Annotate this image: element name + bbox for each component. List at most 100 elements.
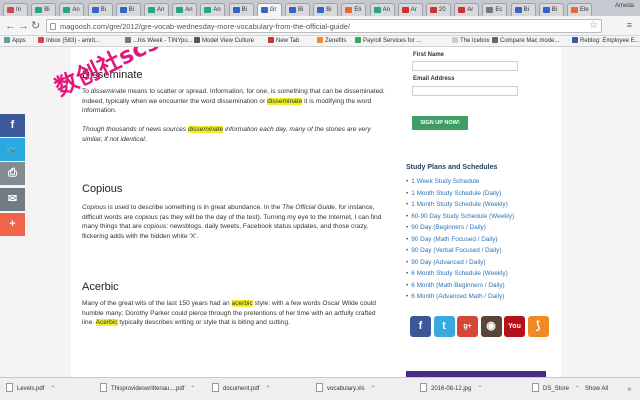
bookmark-item[interactable]: Inbox (583) - amrit... [38, 37, 100, 45]
browser-tab[interactable]: Ele [567, 3, 592, 16]
study-plan-link[interactable]: • 6 Month Study Schedule (Weekly) [406, 270, 508, 277]
tab-label: An [72, 7, 80, 13]
bookmark-label: Model View Culture [202, 38, 254, 44]
tab-favicon-icon [317, 7, 325, 13]
download-item[interactable]: Levels.pdf ⌃ [6, 383, 55, 396]
twitter-icon[interactable]: t [433, 316, 455, 337]
bookmark-item[interactable]: ...his Week - TINYpu... [125, 37, 193, 45]
bookmark-favicon-icon [317, 37, 323, 43]
chevron-up-icon[interactable]: ⌃ [50, 383, 55, 396]
browser-tab[interactable]: Bi [31, 3, 57, 16]
file-icon [6, 383, 13, 392]
study-plan-link[interactable]: • 1 Month Study Schedule (Daily) [406, 190, 501, 197]
bookmark-item[interactable]: Model View Culture [194, 37, 254, 45]
bullet-icon: • [406, 224, 409, 231]
browser-tab[interactable]: An [172, 3, 198, 16]
download-item[interactable]: vocabulary.xls ⌃ [316, 383, 376, 396]
tab-favicon-icon [401, 7, 409, 13]
study-plan-link[interactable]: • 90 Day (Advanced / Daily) [406, 259, 486, 266]
google-plus-icon[interactable]: g+ [457, 316, 478, 337]
back-button[interactable]: ← [5, 20, 16, 32]
signup-button[interactable]: SIGN UP NOW! [412, 116, 468, 130]
browser-tab[interactable]: Bi [228, 3, 254, 16]
downloads-bar: Show All × Levels.pdf ⌃ Thisprovideswritte… [0, 377, 640, 400]
study-plan-link[interactable]: • 1 Month Study Schedule (Weekly) [406, 201, 508, 208]
study-plan-link[interactable]: • 1 Week Study Schedule [406, 178, 479, 185]
tab-favicon-icon [63, 7, 71, 13]
bookmark-item[interactable]: Payroll Services for ... [355, 37, 421, 45]
bookmark-item[interactable]: Reblog: Employee E... [572, 37, 640, 45]
reload-button[interactable]: ↻ [31, 20, 40, 32]
first-name-field[interactable] [412, 61, 518, 71]
email-field[interactable] [412, 86, 518, 96]
print-icon[interactable]: ⎙ [0, 162, 25, 185]
youtube-icon[interactable]: You [504, 316, 525, 337]
browser-tab[interactable]: An [144, 3, 169, 16]
browser-tab[interactable]: Gr [256, 3, 282, 16]
download-item[interactable]: document.pdf ⌃ [212, 383, 270, 396]
close-downloads-icon[interactable]: × [627, 383, 632, 396]
address-bar[interactable]: magoosh.com/gre/2012/gre-vocab-wednesday… [46, 19, 602, 33]
chevron-up-icon[interactable]: ⌃ [477, 383, 482, 396]
tab-favicon-icon [542, 7, 550, 13]
bookmark-item[interactable]: The Icebox [452, 37, 490, 45]
study-plan-link[interactable]: • 90 Day (Verbal Focused / Daily) [406, 247, 501, 254]
browser-tab[interactable]: Ar [454, 3, 480, 16]
disseminate-paragraph-1: To disseminate means to scatter or sprea… [82, 88, 385, 115]
study-plan-label: 6 Month (Math Beginners / Daily) [411, 281, 505, 289]
copious-paragraph: Copious is used to describe something is… [82, 204, 382, 240]
browser-tab[interactable]: In [3, 3, 28, 16]
browser-tab[interactable]: Ar [397, 3, 423, 16]
study-plan-link[interactable]: • 90 Day (Math Focused / Daily) [406, 236, 498, 243]
browser-tab[interactable]: An [200, 3, 226, 16]
bullet-icon: • [406, 293, 409, 300]
bullet-icon: • [406, 178, 409, 185]
download-item[interactable]: 2016-08-12.jpg ⌃ [420, 383, 482, 396]
bookmark-star-icon[interactable]: ☆ [589, 20, 598, 31]
facebook-icon[interactable]: f [0, 114, 25, 137]
bookmark-label: Zenefits [325, 38, 347, 44]
rss-icon[interactable]: ⟆ [527, 316, 549, 337]
browser-tab[interactable]: Bi [538, 3, 564, 16]
chevron-up-icon[interactable]: ⌃ [190, 383, 195, 396]
facebook-icon[interactable]: f [410, 316, 431, 337]
browser-tab[interactable]: Eli [341, 3, 367, 16]
more-icon[interactable]: + [0, 213, 25, 236]
instagram-icon[interactable]: ◉ [480, 316, 502, 337]
bookmark-item[interactable]: Compare Mac mode... [492, 37, 559, 45]
twitter-icon[interactable]: 🐦 [0, 138, 25, 161]
bullet-icon: • [406, 281, 409, 289]
file-icon [532, 383, 539, 392]
browser-tab[interactable]: Bi [285, 3, 310, 16]
study-plan-link[interactable]: • 6 Month (Advanced Math / Daily) [406, 293, 504, 300]
file-icon [420, 383, 427, 392]
profile-name[interactable]: Ameda [615, 3, 634, 9]
menu-icon[interactable]: ≡ [627, 20, 632, 30]
email-icon[interactable]: ✉ [0, 188, 25, 211]
study-plan-link[interactable]: • 60-90 Day Study Schedule (Weekly) [406, 213, 514, 220]
browser-tab[interactable]: Ec [482, 3, 508, 16]
chevron-up-icon[interactable]: ⌃ [575, 383, 580, 396]
download-filename: 2016-08-12.jpg [431, 386, 472, 392]
browser-tab[interactable]: An [369, 3, 395, 16]
show-all-downloads-button[interactable]: Show All [585, 383, 608, 396]
bookmark-label: The Icebox [460, 38, 490, 44]
bookmark-item[interactable]: Apps [4, 37, 26, 45]
chevron-up-icon[interactable]: ⌃ [371, 383, 376, 396]
download-item[interactable]: DS_Store ⌃ [532, 383, 580, 396]
forward-button[interactable]: → [18, 20, 29, 32]
chevron-up-icon[interactable]: ⌃ [265, 383, 270, 396]
browser-tab[interactable]: 20 [426, 3, 451, 16]
bookmark-item[interactable]: Zenefits [317, 37, 346, 45]
browser-tab[interactable]: Bi [115, 3, 141, 16]
tab-label: Ar [467, 7, 474, 13]
browser-tab[interactable]: Bi [87, 3, 113, 16]
bookmark-item[interactable]: New Tab [268, 37, 299, 45]
download-item[interactable]: Thisprovideswrittenau....pdf ⌃ [100, 383, 195, 396]
browser-tab[interactable]: Bi [313, 3, 339, 16]
study-plan-link[interactable]: • 90 Day (Beginners / Daily) [406, 224, 486, 231]
browser-tab[interactable]: An [59, 3, 85, 16]
study-plan-link[interactable]: • 6 Month (Math Beginners / Daily) [406, 282, 505, 289]
browser-tab[interactable]: Bi [510, 3, 536, 16]
tab-label: Bi [241, 7, 247, 13]
